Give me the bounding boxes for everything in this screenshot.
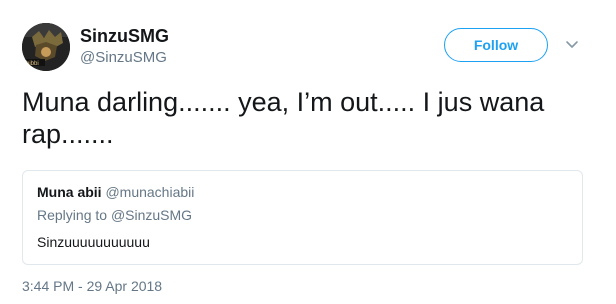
quoted-tweet-card[interactable]: Muna abii @munachiabii Replying to @Sinz… — [22, 170, 583, 265]
tweet-text: Muna darling....... yea, I’m out..... I … — [22, 87, 545, 149]
quoted-tweet-text: Sinzuuuuuuuuuuu — [37, 234, 150, 250]
quoted-replying-to: Replying to @SinzuSMG — [37, 206, 192, 224]
tweet-timestamp[interactable]: 3:44 PM - 29 Apr 2018 — [22, 277, 162, 295]
quoted-author-handle: @munachiabii — [105, 184, 195, 200]
follow-button[interactable]: Follow — [444, 28, 548, 62]
quoted-author-name: Muna abii — [37, 184, 102, 200]
avatar[interactable]: hibbi — [22, 23, 70, 71]
tweet-author: SinzuSMG @SinzuSMG — [80, 25, 169, 68]
avatar-badge-text: hibbi — [26, 61, 39, 67]
chevron-down-icon[interactable] — [565, 40, 579, 50]
quoted-tweet-header: Muna abii @munachiabii — [37, 183, 194, 201]
replying-to-mention[interactable]: @SinzuSMG — [111, 207, 192, 223]
author-display-name[interactable]: SinzuSMG — [80, 25, 169, 47]
avatar-image: hibbi — [22, 23, 70, 71]
author-handle[interactable]: @SinzuSMG — [80, 48, 169, 68]
replying-to-label: Replying to — [37, 207, 108, 223]
